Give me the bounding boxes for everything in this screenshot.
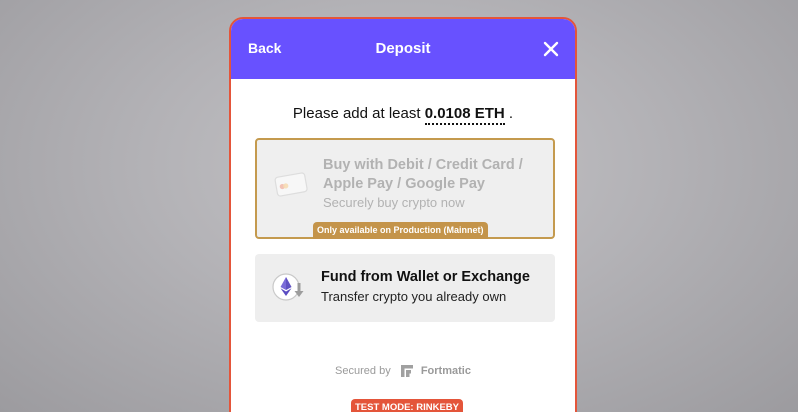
fortmatic-logo-icon [400, 365, 413, 377]
secured-by-label: Secured by [335, 365, 391, 377]
close-button[interactable] [541, 39, 561, 59]
card-option-title: Buy with Debit / Credit Card / Apple Pay… [323, 157, 523, 192]
required-amount[interactable]: 0.0108 ETH [424, 105, 505, 125]
modal-title: Deposit [375, 40, 431, 57]
card-option-subtitle: Securely buy crypto now [323, 195, 465, 210]
credit-card-icon [273, 171, 309, 202]
deposit-modal: Back Deposit Please add at least 0.0108 … [229, 17, 577, 412]
buy-with-card-option: Buy with Debit / Credit Card / Apple Pay… [255, 138, 555, 239]
wallet-option-title: Fund from Wallet or Exchange [321, 269, 530, 285]
prompt-suffix: . [504, 105, 514, 122]
secured-by-footer: Secured by Fortmatic [231, 364, 575, 378]
prompt-text: Please add at least [292, 105, 425, 122]
mainnet-only-badge: Only available on Production (Mainnet) [313, 222, 488, 239]
close-icon [543, 41, 559, 57]
deposit-prompt: Please add at least 0.0108 ETH . [231, 105, 575, 125]
wallet-option-subtitle: Transfer crypto you already own [321, 289, 507, 304]
test-mode-badge: TEST MODE: RINKEBY [351, 399, 463, 412]
eth-transfer-icon [271, 271, 307, 308]
fortmatic-brand: Fortmatic [420, 365, 471, 377]
modal-header: Back Deposit [231, 19, 575, 79]
fund-from-wallet-option[interactable]: Fund from Wallet or Exchange Transfer cr… [255, 254, 555, 322]
